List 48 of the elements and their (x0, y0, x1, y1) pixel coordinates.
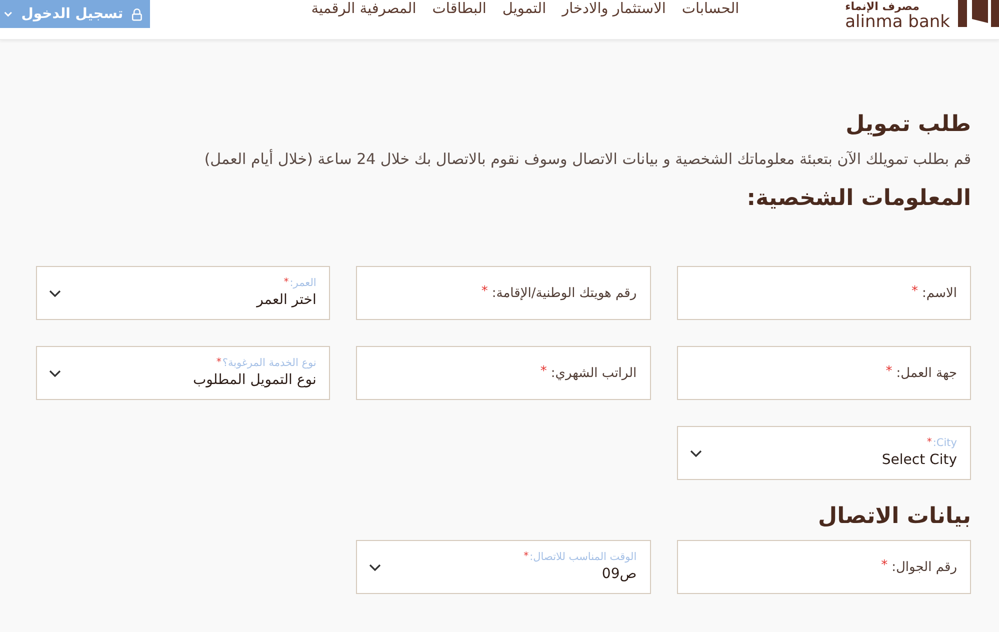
field-label: الوقت المناسب للاتصال: (530, 551, 637, 564)
section-heading: بيانات الاتصال (816, 503, 971, 531)
nav-link[interactable]: المصرفية الرقمية (311, 0, 416, 19)
text-input-field[interactable]: الاسم: * (676, 266, 971, 320)
page-title: طلب تمويل (844, 111, 971, 139)
logo-arabic-text: مصرف الإنماء (845, 0, 920, 13)
required-asterisk: * (886, 364, 892, 378)
field-label: الراتب الشهري: (550, 366, 637, 380)
chevron-down-icon (4, 11, 12, 17)
intro-text: قم بطلب تمويلك الآن بتعبئة معلوماتك الشخصية و بيانات الاتصال وسوف نقوم بالاتصال بك خلال 24 ساعة (خلال أيام العمل) (203, 148, 971, 170)
required-asterisk: * (481, 284, 488, 298)
selected-value: 09ص (602, 565, 637, 583)
field-label: جهة العمل: (896, 366, 957, 380)
chevron-down-icon (690, 450, 702, 456)
dropdown-field[interactable]: الوقت المناسب للاتصال:* 09ص (356, 540, 651, 594)
text-input-field[interactable]: جهة العمل: * (676, 346, 971, 400)
field-label: الاسم: (922, 286, 957, 300)
selected-value: اختر العمر (256, 291, 316, 309)
text-input-field[interactable]: رقم الجوال: * (676, 540, 971, 594)
chevron-down-icon (49, 290, 61, 296)
required-asterisk: * (912, 284, 918, 298)
selected-value: نوع التمويل المطلوب (192, 371, 316, 389)
dropdown-field[interactable]: نوع الخدمة المرغوبة؟* نوع التمويل المطلوب (36, 346, 330, 400)
selected-value: Select City (882, 451, 957, 469)
text-input-field[interactable]: الراتب الشهري: * (356, 346, 651, 400)
nav-link[interactable]: البطاقات (432, 0, 486, 19)
field-label: رقم الجوال: (892, 560, 957, 574)
dropdown-field[interactable]: City: * Select City (676, 426, 971, 480)
dropdown-field[interactable]: العمر:* اختر العمر (36, 266, 330, 320)
nav-link[interactable]: الاستثمار والادخار (562, 0, 666, 19)
field-label: العمر: (290, 277, 316, 290)
required-asterisk: * (284, 277, 289, 288)
nav-link[interactable]: التمويل (502, 0, 546, 19)
chevron-down-icon (369, 564, 382, 570)
section-heading: المعلومات الشخصية: (746, 185, 971, 213)
field-label: نوع الخدمة المرغوبة؟ (222, 357, 316, 370)
nav-link[interactable]: الحسابات (682, 0, 740, 19)
required-asterisk: * (881, 558, 888, 572)
text-input-field[interactable]: رقم هويتك الوطنية/الإقامة: * (356, 266, 651, 320)
required-asterisk: * (524, 551, 529, 562)
chevron-down-icon (49, 370, 61, 376)
required-asterisk: * (216, 357, 222, 368)
field-label: City: (932, 437, 957, 450)
lock-icon (132, 6, 142, 22)
required-asterisk: * (540, 364, 547, 378)
logo-text: alinma bank (845, 13, 950, 31)
field-label: رقم هويتك الوطنية/الإقامة: (492, 286, 637, 300)
required-asterisk: * (926, 437, 932, 448)
